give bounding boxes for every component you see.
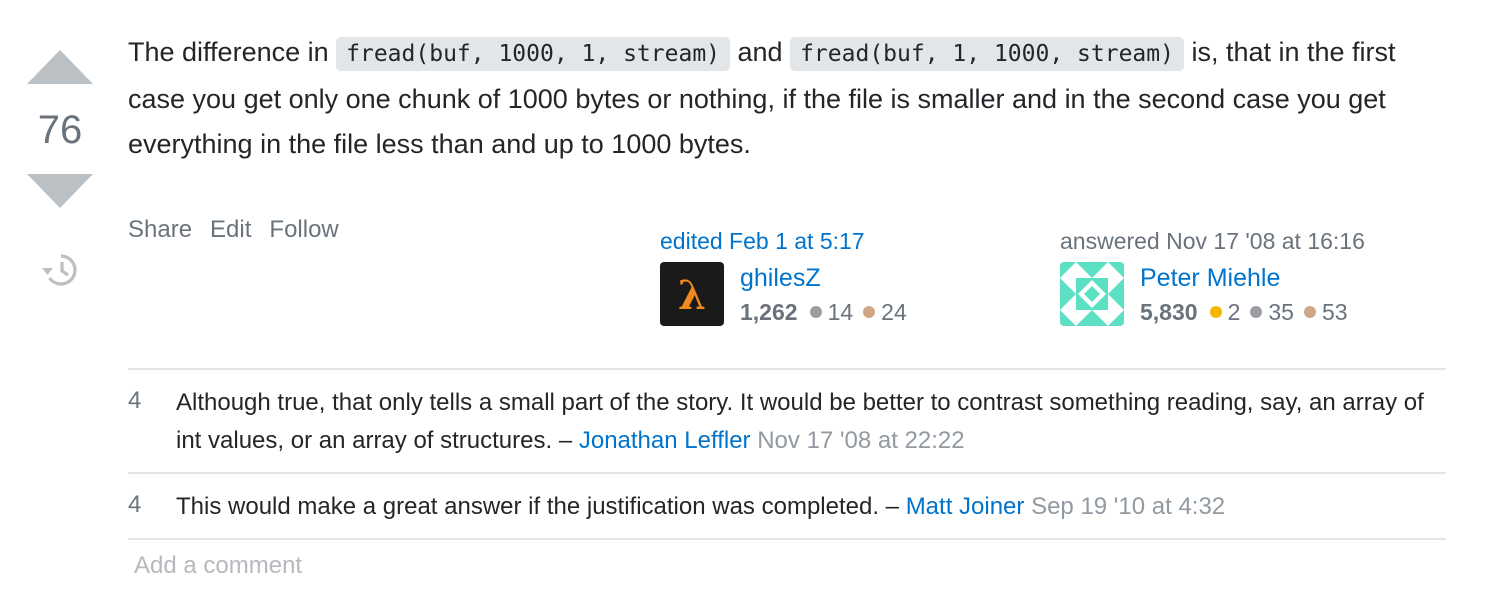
editor-avatar[interactable]: λ [660, 262, 724, 326]
comments-list: 4 Although true, that only tells a small… [128, 368, 1446, 540]
answer-post: 76 The difference in fread(buf, 1000, 1,… [0, 0, 1512, 608]
comment: 4 This would make a great answer if the … [128, 474, 1446, 540]
comment-date[interactable]: Nov 17 '08 at 22:22 [751, 427, 964, 454]
history-icon[interactable] [40, 252, 80, 293]
vote-count: 76 [37, 108, 83, 152]
author-card: answered Nov 17 '08 at 16:16 Peter Miehl… [1060, 226, 1365, 328]
bronze-badge: 53 [1303, 296, 1348, 328]
author-reputation: 5,830 2 35 53 [1140, 296, 1358, 328]
bronze-badge-icon [1303, 306, 1316, 318]
answered-timestamp: answered Nov 17 '08 at 16:16 [1060, 228, 1365, 254]
comment-body: Although true, that only tells a small p… [176, 384, 1446, 460]
reputation-score: 1,262 [740, 299, 798, 325]
comment-date[interactable]: Sep 19 '10 at 4:32 [1024, 493, 1225, 520]
comment-body: This would make a great answer if the ju… [176, 488, 1225, 526]
inline-code: fread(buf, 1000, 1, stream) [336, 37, 731, 71]
editor-reputation: 1,262 14 24 [740, 296, 917, 328]
answer-text: The difference in [128, 37, 337, 67]
answer-body: The difference in fread(buf, 1000, 1, st… [128, 30, 1458, 167]
comment-text: This would make a great answer if the ju… [176, 493, 906, 520]
svg-text:λ: λ [678, 272, 706, 319]
triangle-down-icon [27, 174, 93, 208]
comment-score: 4 [128, 491, 142, 518]
reputation-score: 5,830 [1140, 299, 1198, 325]
editor-card: edited Feb 1 at 5:17 λ ghilesZ 1,262 14 … [660, 226, 917, 328]
silver-badge-icon [809, 306, 822, 318]
author-name-link[interactable]: Peter Miehle [1140, 262, 1358, 294]
silver-badge: 35 [1250, 296, 1294, 328]
editor-name-link[interactable]: ghilesZ [740, 262, 917, 294]
author-avatar[interactable] [1060, 262, 1124, 326]
bronze-badge-icon [863, 306, 876, 318]
gold-badge-icon [1209, 306, 1222, 318]
silver-badge: 14 [809, 296, 853, 328]
answer-text: and [730, 37, 791, 67]
share-link[interactable]: Share [128, 216, 192, 244]
comment: 4 Although true, that only tells a small… [128, 370, 1446, 474]
silver-badge-icon [1250, 306, 1263, 318]
post-menu: Share Edit Follow [128, 216, 339, 244]
upvote-button[interactable] [20, 44, 100, 84]
follow-link[interactable]: Follow [269, 216, 338, 244]
downvote-button[interactable] [20, 174, 100, 214]
comment-score: 4 [128, 387, 142, 414]
edit-link[interactable]: Edit [210, 216, 251, 244]
edited-timestamp-link[interactable]: edited Feb 1 at 5:17 [660, 226, 917, 256]
add-comment-link[interactable]: Add a comment [134, 552, 302, 580]
vote-column: 76 [20, 44, 100, 293]
gold-badge: 2 [1209, 296, 1240, 328]
triangle-up-icon [27, 50, 93, 84]
inline-code: fread(buf, 1, 1000, stream) [790, 37, 1184, 71]
comment-user-link[interactable]: Matt Joiner [906, 493, 1025, 520]
bronze-badge: 24 [863, 296, 907, 328]
comment-user-link[interactable]: Jonathan Leffler [579, 427, 751, 454]
